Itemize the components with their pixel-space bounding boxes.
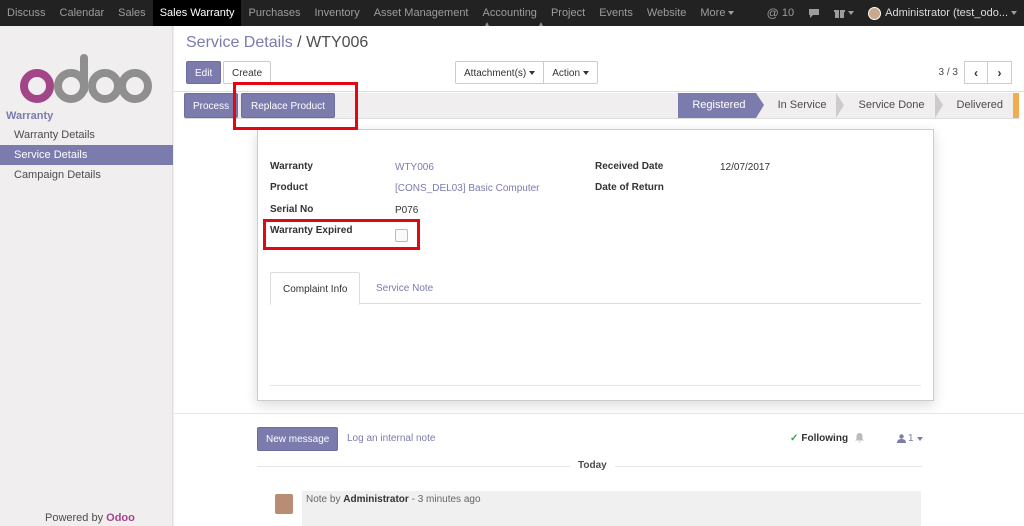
message-prefix: Note by [306, 494, 341, 505]
highlight-box-warranty-expired [263, 219, 420, 250]
user-name: Administrator (test_odo... [885, 7, 1008, 19]
app-menu: Discuss Calendar Sales Sales Warranty Pu… [0, 0, 741, 26]
left-sidebar: Warranty Warranty Details Service Detail… [0, 26, 173, 526]
following-button[interactable]: ✓ Following [790, 433, 848, 444]
chatter: New message Log an internal note ✓ Follow… [174, 413, 1024, 526]
activity-icon[interactable] [827, 0, 861, 26]
top-navbar: Discuss Calendar Sales Sales Warranty Pu… [0, 0, 1024, 26]
date-of-return-label: Date of Return [595, 182, 664, 193]
stage-service-done[interactable]: Service Done [844, 93, 934, 118]
tab-service-note[interactable]: Service Note [364, 272, 445, 305]
form-sheet: Warranty WTY006 Product [CONS_DEL03] Bas… [257, 129, 934, 401]
at-icon: @ [766, 6, 779, 20]
serial-no-label: Serial No [270, 204, 314, 215]
chevron-left-icon: ‹ [974, 65, 978, 80]
create-button[interactable]: Create [223, 61, 272, 84]
odoo-logo [20, 54, 152, 103]
followers-count: 1 [908, 433, 914, 444]
action-label: Action [552, 68, 581, 79]
breadcrumb-current: WTY006 [306, 34, 369, 51]
chevron-down-icon [529, 71, 536, 76]
powered-by-prefix: Powered by [45, 512, 104, 524]
message-header: Note by Administrator - 3 minutes ago [306, 494, 481, 505]
tab-complaint-info[interactable]: Complaint Info [270, 272, 361, 305]
messages-systray[interactable]: @10 [760, 0, 801, 26]
tab-content-divider [270, 385, 921, 386]
edit-button[interactable]: Edit [186, 61, 222, 84]
product-label: Product [270, 182, 308, 193]
sidebar-item-warranty-details[interactable]: Warranty Details [0, 125, 173, 145]
action-dropdown[interactable]: Action [544, 61, 599, 84]
menu-sales[interactable]: Sales [111, 0, 153, 26]
menu-website[interactable]: Website [640, 0, 694, 26]
message-author[interactable]: Administrator [343, 494, 409, 505]
message-item: Note by Administrator - 3 minutes ago [302, 491, 921, 526]
attachments-label: Attachment(s) [464, 68, 527, 79]
check-icon: ✓ [790, 433, 799, 444]
log-note-link[interactable]: Log an internal note [347, 433, 435, 444]
sidebar-section-warranty: Warranty [6, 110, 54, 122]
bell-icon[interactable] [855, 433, 864, 446]
sidebar-item-service-details[interactable]: Service Details [0, 145, 173, 165]
pager-value[interactable]: 3 / 3 [939, 67, 958, 78]
sidebar-item-campaign-details[interactable]: Campaign Details [0, 165, 173, 185]
messages-count: 10 [781, 7, 795, 19]
following-label: Following [801, 433, 849, 444]
systray: @10 Administrator (test_odo... [760, 0, 1024, 26]
breadcrumb-separator: / [297, 34, 302, 51]
user-menu[interactable]: Administrator (test_odo... [861, 0, 1024, 26]
chevron-down-icon [728, 11, 735, 16]
process-button[interactable]: Process [184, 93, 239, 118]
menu-sales-warranty[interactable]: Sales Warranty [152, 0, 242, 26]
followers-dropdown[interactable]: 1 [897, 433, 923, 444]
chevron-right-icon: › [997, 65, 1002, 80]
chevron-down-icon [848, 11, 855, 15]
avatar [868, 6, 882, 20]
menu-more[interactable]: More [693, 0, 741, 26]
received-date-label: Received Date [595, 161, 664, 172]
menu-asset-management[interactable]: Asset Management [367, 0, 476, 26]
menu-events[interactable]: Events [592, 0, 640, 26]
pager-next-button[interactable]: › [988, 61, 1012, 84]
message-time: - 3 minutes ago [411, 494, 481, 505]
day-separator-label: Today [570, 460, 615, 471]
warranty-field[interactable]: WTY006 [395, 162, 434, 173]
avatar[interactable] [275, 494, 293, 514]
stage-arrow [934, 93, 943, 118]
stage-end-marker [1013, 93, 1019, 118]
powered-by-brand[interactable]: Odoo [106, 512, 135, 524]
product-field[interactable]: [CONS_DEL03] Basic Computer [395, 183, 540, 194]
stage-arrow [755, 93, 764, 118]
toolbar-dropdowns: Attachment(s) Action [455, 61, 599, 84]
menu-inventory[interactable]: Inventory [307, 0, 366, 26]
pager-previous-button[interactable]: ‹ [964, 61, 988, 84]
chevron-down-icon [1011, 11, 1017, 15]
chat-icon[interactable] [801, 0, 827, 26]
warranty-label: Warranty [270, 161, 313, 172]
pager: 3 / 3 ‹ › [939, 61, 1012, 84]
chevron-down-icon [583, 71, 590, 76]
menu-purchases[interactable]: Purchases [241, 0, 307, 26]
menu-calendar[interactable]: Calendar [53, 0, 112, 26]
stage-registered[interactable]: Registered [678, 93, 756, 118]
breadcrumb-parent[interactable]: Service Details [186, 34, 293, 51]
attachments-dropdown[interactable]: Attachment(s) [455, 61, 545, 84]
chevron-down-icon [916, 436, 923, 441]
stage-arrow [836, 93, 845, 118]
breadcrumb: Service Details / WTY006 [186, 34, 368, 52]
stage-pipeline: Registered In Service Service Done Deliv… [678, 93, 1019, 118]
stage-delivered[interactable]: Delivered [943, 93, 1013, 118]
received-date-field[interactable]: 12/07/2017 [720, 162, 770, 173]
menu-more-label: More [700, 7, 726, 19]
highlight-box-replace-product [233, 82, 358, 130]
new-message-button[interactable]: New message [257, 427, 339, 451]
users-icon [897, 434, 906, 443]
serial-no-field[interactable]: P076 [395, 205, 418, 216]
stage-in-service[interactable]: In Service [764, 93, 837, 118]
menu-discuss[interactable]: Discuss [0, 0, 53, 26]
powered-by: Powered by Odoo [45, 512, 135, 524]
notebook-tabs: Complaint Info Service Note [270, 268, 921, 305]
menu-project[interactable]: Project [544, 0, 592, 26]
